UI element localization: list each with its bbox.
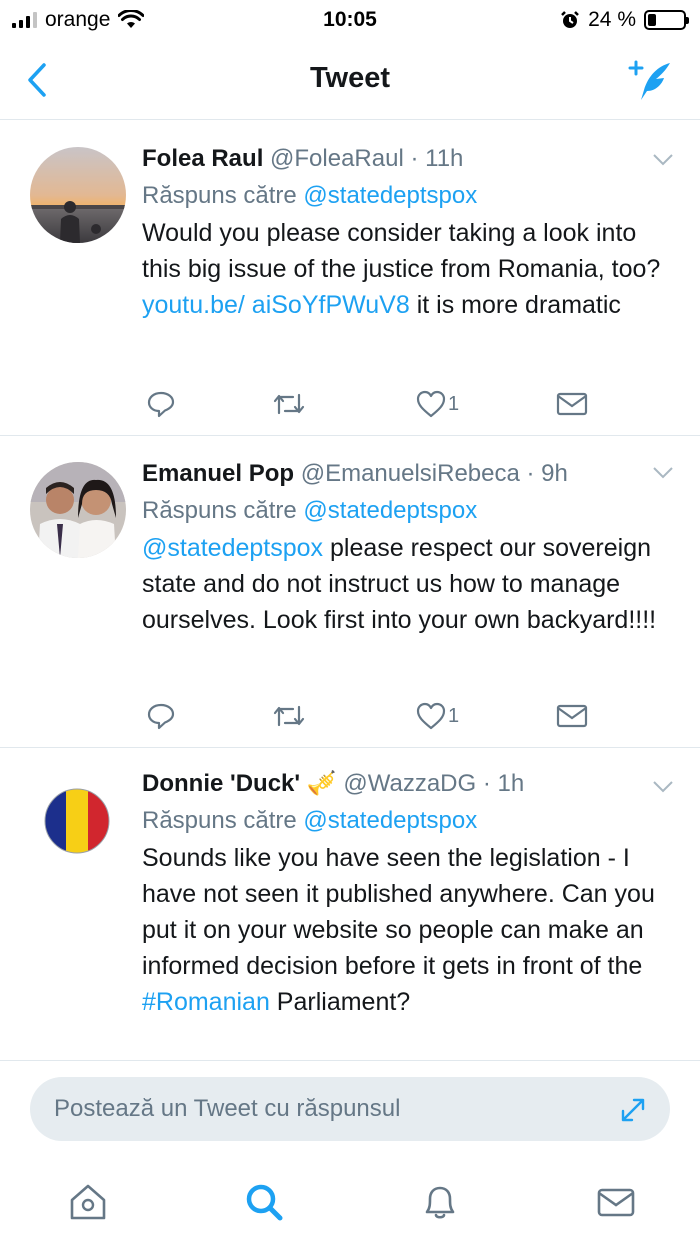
tweet[interactable]: Folea Raul @FoleaRaul · 11h Răspuns cătr… — [0, 121, 700, 436]
reply-input-container[interactable] — [30, 1077, 670, 1141]
reply-prefix: Răspuns către — [142, 182, 297, 209]
messages-icon[interactable] — [594, 1180, 638, 1224]
expand-icon[interactable] — [618, 1095, 648, 1125]
tweet-text-part: Sounds like you have seen the legislatio… — [142, 844, 655, 980]
chevron-down-icon[interactable] — [652, 153, 674, 167]
chevron-down-icon[interactable] — [652, 780, 674, 794]
tweet-time: · 9h — [526, 460, 568, 487]
author-name[interactable]: Emanuel Pop — [142, 460, 294, 487]
trumpet-emoji: 🎺 — [306, 770, 337, 797]
like-button[interactable]: 1 — [416, 699, 459, 733]
tweet-actions: 1 — [142, 699, 602, 733]
heart-icon — [416, 702, 446, 730]
reply-mention-link[interactable]: @statedeptspox — [303, 497, 477, 524]
page-title: Tweet — [309, 62, 391, 94]
battery-percent: 24 % — [588, 8, 636, 31]
reply-icon — [147, 703, 175, 730]
reply-prefix: Răspuns către — [142, 807, 297, 834]
reply-mention-link[interactable]: @statedeptspox — [303, 182, 477, 209]
reply-prefix: Răspuns către — [142, 497, 297, 524]
tweet-time: · 1h — [482, 770, 525, 797]
like-count: 1 — [448, 392, 460, 415]
envelope-icon — [556, 392, 588, 416]
like-count: 1 — [448, 704, 460, 727]
retweet-button[interactable] — [272, 699, 306, 733]
notifications-icon[interactable] — [418, 1180, 462, 1224]
compose-tweet-icon[interactable] — [628, 58, 674, 102]
author-handle[interactable]: @WazzaDG — [343, 770, 476, 797]
search-icon[interactable] — [242, 1180, 286, 1224]
tweet[interactable]: Donnie 'Duck' 🎺 @WazzaDG · 1h Răspuns că… — [0, 748, 700, 1060]
author-handle[interactable]: @FoleaRaul — [270, 145, 404, 172]
tweet-text: Would you please consider taking a look … — [142, 215, 680, 323]
tweet-text-part: Would you please consider taking a look … — [142, 219, 661, 283]
reply-context: Răspuns către @statedeptspox — [142, 805, 680, 837]
reply-button[interactable] — [146, 699, 176, 733]
battery-icon — [644, 10, 689, 30]
reply-context: Răspuns către @statedeptspox — [142, 495, 680, 527]
reply-button[interactable] — [146, 387, 176, 421]
tweet-text: Sounds like you have seen the legislatio… — [142, 840, 680, 1020]
reply-composer-bar — [0, 1060, 700, 1160]
author-name[interactable]: Donnie 'Duck' — [142, 770, 300, 797]
author-handle[interactable]: @EmanuelsiRebeca — [301, 460, 520, 487]
alarm-icon — [561, 11, 580, 28]
like-button[interactable]: 1 — [416, 387, 459, 421]
retweet-icon — [273, 705, 305, 727]
tab-bar — [0, 1160, 700, 1247]
reply-context: Răspuns către @statedeptspox — [142, 180, 680, 212]
share-dm-button[interactable] — [556, 699, 588, 733]
reply-input[interactable] — [54, 1077, 614, 1141]
heart-icon — [416, 390, 446, 418]
mention-link[interactable]: @statedeptspox — [142, 534, 323, 562]
tweet-text-part: it is more dramatic — [409, 291, 621, 319]
tweet-actions: 1 — [142, 387, 602, 421]
tweet-text-part: Parliament? — [269, 988, 411, 1016]
envelope-icon — [556, 704, 588, 728]
avatar[interactable] — [30, 147, 126, 243]
nav-bar: Tweet — [0, 40, 700, 120]
hashtag-link[interactable]: #Romanian — [142, 988, 270, 1016]
avatar[interactable] — [30, 462, 126, 558]
avatar[interactable] — [44, 788, 110, 854]
status-bar: orange 10:05 24 % — [0, 0, 700, 40]
tweet-time: · 11h — [410, 145, 464, 172]
tweet-text: @statedeptspox please respect our sovere… — [142, 530, 680, 638]
retweet-icon — [273, 393, 305, 415]
share-dm-button[interactable] — [556, 387, 588, 421]
home-icon[interactable] — [66, 1180, 110, 1224]
author-name[interactable]: Folea Raul — [142, 145, 263, 172]
chevron-down-icon[interactable] — [652, 466, 674, 480]
retweet-button[interactable] — [272, 387, 306, 421]
reply-mention-link[interactable]: @statedeptspox — [303, 807, 477, 834]
tweet-link[interactable]: youtu.be/ aiSoYfPWuV8 — [142, 291, 410, 319]
reply-icon — [147, 391, 175, 418]
tweet[interactable]: Emanuel Pop @EmanuelsiRebeca · 9h Răspun… — [0, 436, 700, 748]
